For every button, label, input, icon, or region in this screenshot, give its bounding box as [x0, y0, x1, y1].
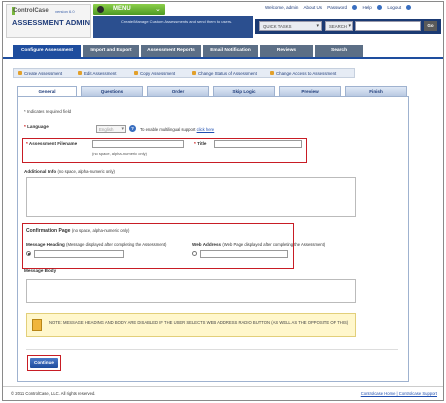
- message-heading-input[interactable]: [34, 250, 124, 258]
- filename-input[interactable]: [92, 140, 184, 148]
- menu-label: MENU: [113, 6, 131, 12]
- quick-tasks-dropdown[interactable]: QUICK TASKS ▾: [259, 21, 322, 31]
- header: ControlCase version 6.0 ASSESSMENT ADMIN…: [3, 2, 443, 38]
- edit-icon: [78, 71, 82, 75]
- info-icon: ?: [129, 125, 136, 132]
- app-window: ControlCase version 6.0 ASSESSMENT ADMIN…: [2, 1, 444, 401]
- search-dropdown[interactable]: SEARCH ▾: [325, 21, 353, 31]
- chevron-down-icon: ▾: [121, 126, 124, 132]
- web-address-radio[interactable]: [192, 251, 197, 256]
- required-note: * Indicates required field: [24, 109, 72, 114]
- nav-divider: [3, 57, 443, 59]
- language-label: * Language: [24, 124, 49, 129]
- pencil-icon: [18, 71, 22, 75]
- description-panel: Create/Manage Custom Assessments and sen…: [93, 16, 253, 38]
- web-address-label: Web Address (Web Page displayed after co…: [192, 242, 326, 247]
- note-box: NOTE: MESSAGE HEADING AND BODY ARE DISAB…: [26, 313, 356, 337]
- message-heading-radio[interactable]: [26, 251, 31, 256]
- title-input[interactable]: [214, 140, 302, 148]
- note-icon: [32, 319, 42, 331]
- search-label: SEARCH: [329, 24, 347, 29]
- menu-bug-icon: [97, 6, 104, 13]
- go-button[interactable]: Go: [424, 21, 437, 31]
- logout-icon: [406, 5, 412, 10]
- change-access-link[interactable]: Change Access to Assessment: [270, 71, 336, 76]
- gear-icon: [352, 5, 358, 10]
- filename-hint: (no space, alpha-numeric only): [92, 151, 147, 156]
- tab-reviews[interactable]: Reviews: [260, 45, 313, 57]
- additional-info-label: Additional Info (no space, alpha-numeric…: [24, 169, 115, 174]
- search-input[interactable]: [355, 21, 421, 31]
- tab-search[interactable]: Search: [315, 45, 363, 57]
- language-value: English: [99, 127, 114, 132]
- web-address-input[interactable]: [200, 250, 288, 258]
- sub-nav: Create Assessment Edit Assessment Copy A…: [13, 68, 355, 78]
- copy-assessment-label: Copy Assessment: [140, 71, 176, 76]
- logout-link[interactable]: Logout: [387, 5, 401, 10]
- language-select[interactable]: English ▾: [96, 125, 126, 133]
- menu-button[interactable]: MENU ⌄: [93, 4, 165, 15]
- help-icon: [377, 5, 383, 10]
- copy-icon: [134, 71, 138, 75]
- chevron-down-icon: ▾: [316, 23, 319, 29]
- message-body-label: Message Body: [24, 268, 57, 273]
- copy-assessment-link[interactable]: Copy Assessment: [134, 71, 175, 76]
- change-status-label: Change Status of Assessment: [198, 71, 257, 76]
- message-heading-label: Message Heading (Message displayed after…: [26, 242, 167, 247]
- quick-tasks-label: QUICK TASKS: [263, 24, 292, 29]
- confirmation-title: Confirmation Page (no space, alpha-numer…: [26, 228, 130, 234]
- create-assessment-label: Create Assessment: [24, 71, 63, 76]
- language-hint: To enable multilingual support click her…: [140, 127, 215, 132]
- divider: [26, 349, 398, 350]
- continue-button[interactable]: Continue: [30, 358, 58, 368]
- change-status-link[interactable]: Change Status of Assessment: [192, 71, 257, 76]
- password-link[interactable]: Password: [327, 5, 347, 10]
- additional-info-textarea[interactable]: [26, 177, 356, 217]
- logo-panel: ControlCase version 6.0 ASSESSMENT ADMIN: [6, 4, 91, 38]
- help-link[interactable]: Help: [363, 5, 372, 10]
- page-description: Create/Manage Custom Assessments and sen…: [121, 19, 233, 24]
- general-form: * Indicates required field * Language En…: [17, 96, 409, 382]
- tab-assessment-reports[interactable]: Assessment Reports: [141, 45, 201, 57]
- edit-assessment-label: Edit Assessment: [84, 71, 117, 76]
- tab-import-export[interactable]: Import and Export: [83, 45, 139, 57]
- app-title: ASSESSMENT ADMIN: [11, 18, 91, 27]
- footer: © 2011 ControlCase, LLC. All rights rese…: [3, 386, 443, 400]
- logo-text: ControlCase: [13, 8, 49, 14]
- title-label: * Title: [194, 141, 207, 146]
- filename-label: * Assessment Filename: [26, 141, 78, 146]
- logo-version: version 6.0: [55, 9, 75, 14]
- copyright: © 2011 ControlCase, LLC. All rights rese…: [11, 391, 96, 396]
- main-nav: Configure Assessment Import and Export A…: [3, 45, 443, 57]
- utility-links: Welcome, admin About Us Password Help Lo…: [265, 5, 441, 13]
- access-icon: [270, 71, 274, 75]
- note-text: NOTE: MESSAGE HEADING AND BODY ARE DISAB…: [49, 320, 349, 325]
- change-access-label: Change Access to Assessment: [276, 71, 337, 76]
- edit-assessment-link[interactable]: Edit Assessment: [78, 71, 116, 76]
- about-us-link[interactable]: About Us: [303, 5, 322, 10]
- search-bar: QUICK TASKS ▾ SEARCH ▾ Go: [255, 19, 441, 34]
- chevron-down-icon: ▾: [348, 23, 351, 29]
- create-assessment-link[interactable]: Create Assessment: [18, 71, 62, 76]
- tab-email-notification[interactable]: Email Notification: [203, 45, 258, 57]
- chevron-down-icon: ⌄: [155, 6, 161, 13]
- welcome-text: Welcome, admin: [265, 5, 299, 10]
- footer-links[interactable]: Controlcase Home | Controlcase Support: [361, 391, 437, 396]
- status-icon: [192, 71, 196, 75]
- tab-configure-assessment[interactable]: Configure Assessment: [13, 45, 81, 57]
- message-body-textarea[interactable]: [26, 279, 356, 303]
- multilingual-link[interactable]: click here: [197, 127, 215, 132]
